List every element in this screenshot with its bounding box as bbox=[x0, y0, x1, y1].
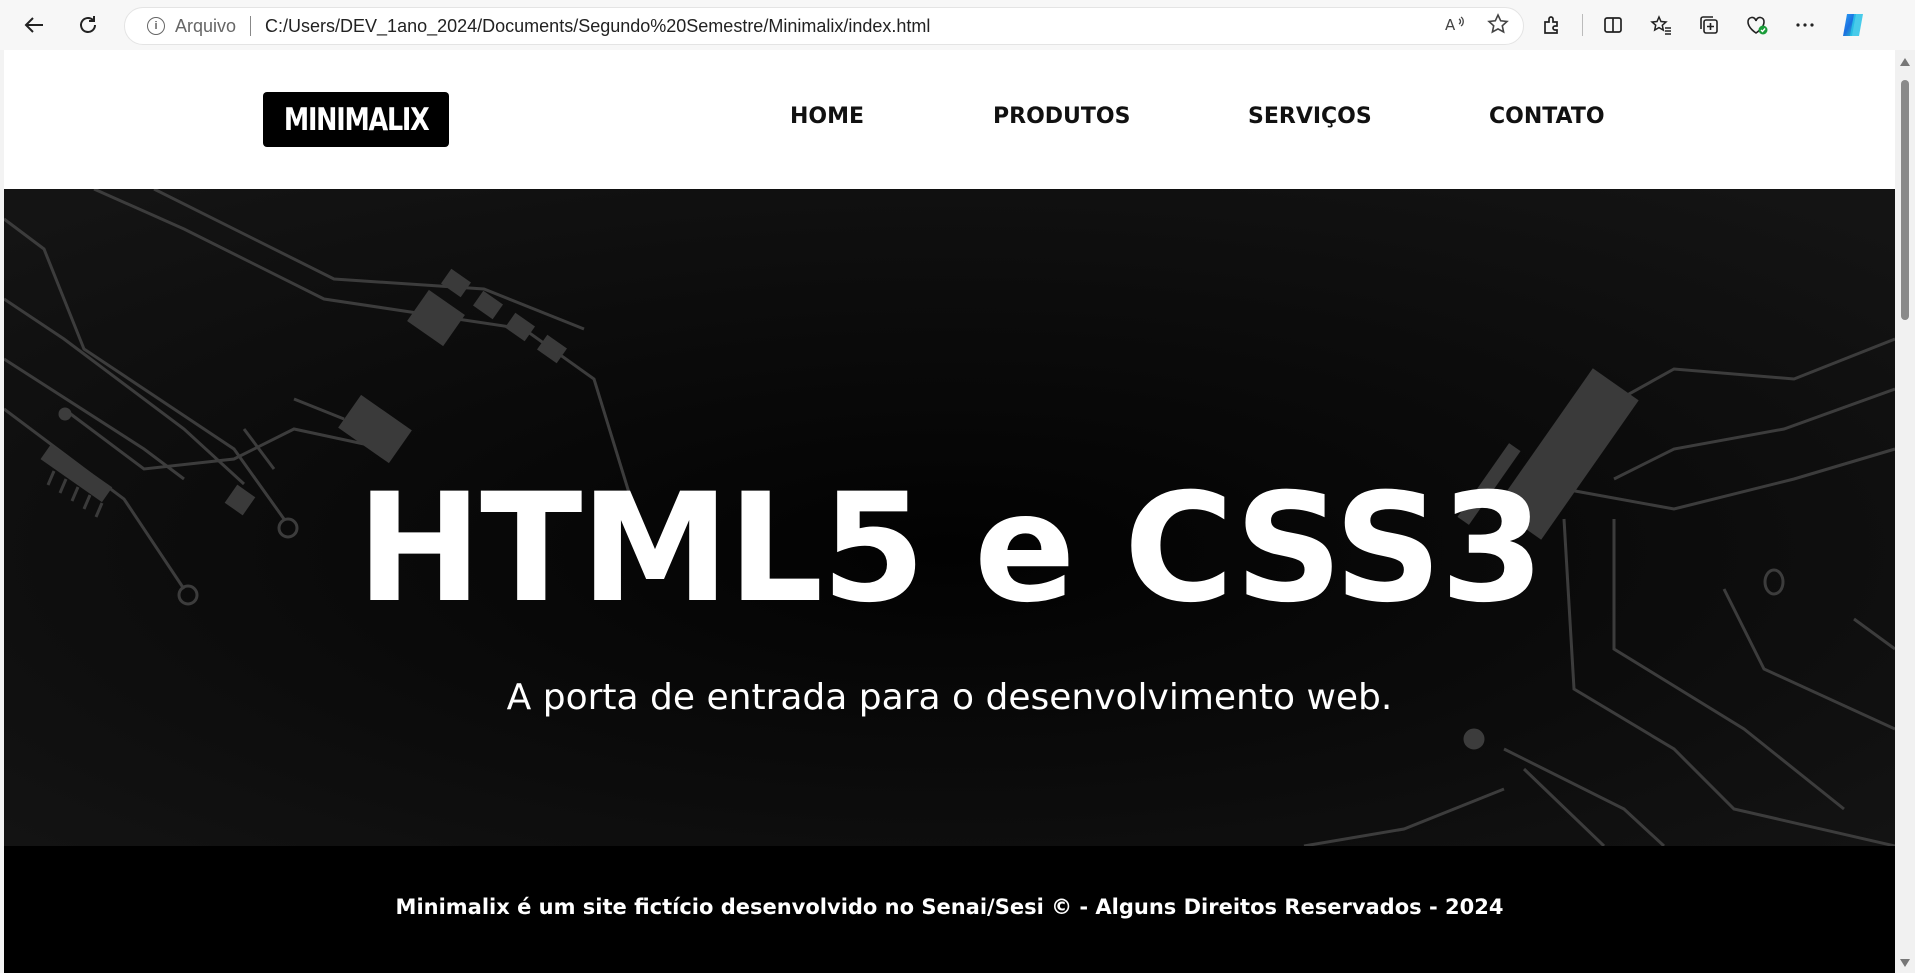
nav-contato[interactable]: CONTATO bbox=[1489, 104, 1605, 129]
favorite-star-icon[interactable] bbox=[1487, 12, 1509, 40]
info-icon: i bbox=[147, 17, 165, 35]
read-aloud-icon[interactable]: A bbox=[1445, 14, 1467, 39]
svg-text:A: A bbox=[1445, 16, 1456, 34]
browser-essentials-icon[interactable] bbox=[1739, 7, 1775, 43]
scroll-thumb[interactable] bbox=[1901, 80, 1909, 320]
more-icon[interactable] bbox=[1787, 7, 1823, 43]
scroll-down-icon[interactable] bbox=[1900, 959, 1910, 967]
address-bar[interactable]: i Arquivo C:/Users/DEV_1ano_2024/Documen… bbox=[124, 7, 1524, 45]
page-scrollbar[interactable] bbox=[1895, 50, 1915, 973]
refresh-icon[interactable] bbox=[70, 7, 106, 43]
page-viewport: MINIMALIX HOME PRODUTOS SERVIÇOS CONTATO bbox=[4, 50, 1895, 973]
site-header: MINIMALIX HOME PRODUTOS SERVIÇOS CONTATO bbox=[4, 50, 1895, 189]
nav-servicos[interactable]: SERVIÇOS bbox=[1248, 104, 1372, 129]
address-label: Arquivo bbox=[175, 15, 237, 36]
back-icon[interactable] bbox=[16, 7, 52, 43]
nav-produtos[interactable]: PRODUTOS bbox=[993, 104, 1130, 129]
split-screen-icon[interactable] bbox=[1595, 7, 1631, 43]
extensions-icon[interactable] bbox=[1534, 7, 1570, 43]
main-nav: HOME PRODUTOS SERVIÇOS CONTATO bbox=[4, 104, 1895, 136]
hero-banner: HTML5 e CSS3 A porta de entrada para o d… bbox=[4, 189, 1895, 846]
address-separator bbox=[250, 16, 252, 36]
url-text[interactable]: C:/Users/DEV_1ano_2024/Documents/Segundo… bbox=[265, 16, 930, 37]
browser-toolbar: i Arquivo C:/Users/DEV_1ano_2024/Documen… bbox=[0, 0, 1915, 50]
scroll-up-icon[interactable] bbox=[1900, 58, 1910, 66]
favorites-icon[interactable] bbox=[1643, 7, 1679, 43]
site-footer: Minimalix é um site fictício desenvolvid… bbox=[4, 846, 1895, 973]
hero-title: HTML5 e CSS3 bbox=[356, 462, 1545, 636]
toolbar-separator bbox=[1582, 14, 1583, 36]
site-info[interactable]: i Arquivo bbox=[147, 16, 236, 37]
footer-text: Minimalix é um site fictício desenvolvid… bbox=[395, 895, 1504, 919]
nav-home[interactable]: HOME bbox=[790, 104, 864, 129]
collections-icon[interactable] bbox=[1691, 7, 1727, 43]
copilot-icon[interactable] bbox=[1835, 7, 1871, 43]
hero-subtitle: A porta de entrada para o desenvolviment… bbox=[506, 677, 1393, 718]
